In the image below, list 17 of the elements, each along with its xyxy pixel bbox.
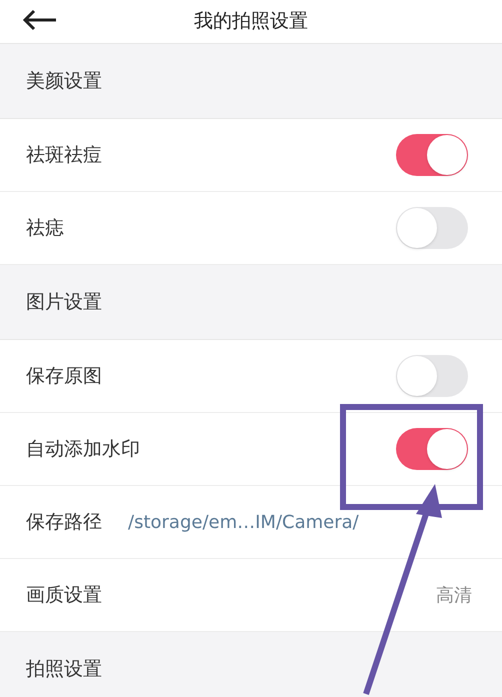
toggle-switch[interactable] <box>396 428 468 470</box>
save-path: /storage/em…IM/Camera/ <box>128 510 359 534</box>
setting-label: 祛痣 <box>26 216 64 241</box>
setting-value: 高清 <box>436 584 472 608</box>
toggle-switch[interactable] <box>396 134 468 176</box>
back-arrow-icon <box>22 9 58 31</box>
toggle-switch[interactable] <box>396 207 468 249</box>
setting-label: 保存路径 <box>26 510 102 535</box>
setting-label: 自动添加水印 <box>26 436 140 462</box>
section-title: 拍照设置 <box>26 656 102 682</box>
page-title: 我的拍照设置 <box>194 9 308 34</box>
setting-label: 画质设置 <box>26 582 102 608</box>
section-title: 图片设置 <box>26 290 102 315</box>
toggle-switch[interactable] <box>396 355 468 397</box>
setting-label: 祛斑祛痘 <box>26 142 102 168</box>
setting-label: 保存原图 <box>26 364 102 389</box>
section-title: 美颜设置 <box>26 68 102 94</box>
